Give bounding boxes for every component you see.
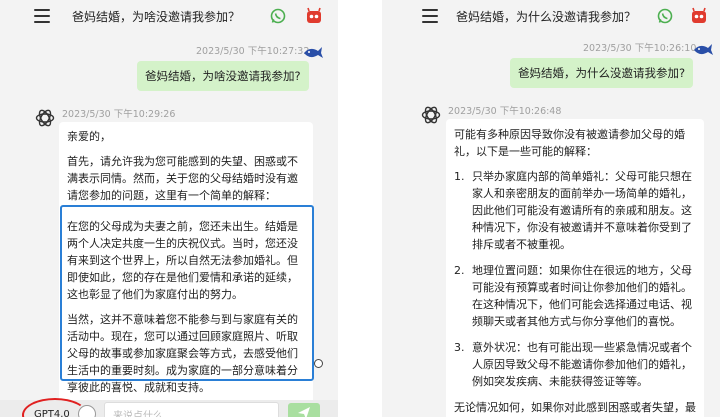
user-message-timestamp: 2023/5/30 下午10:27:32 [196,46,310,57]
chatgpt-logo-icon [35,109,55,127]
list-item: 3. 意外状况：也有可能出现一些紧急情况或者个人原因导致父母不能邀请你参加他们的婚… [454,341,692,388]
bot-outro: 无论情况如何，如果你对此感到困惑或者失望，最好的方法是直接向父母询问原因，并尽力… [454,401,696,414]
list-item: 2. 地理位置问题：如果你住在很远的地方，父母可能没有预算或者时间让你参加他们的婚… [454,264,692,328]
menu-icon[interactable] [422,9,438,23]
top-bar: 爸妈结婚，为啥没邀请我参加？ [0,0,338,34]
send-button[interactable] [288,403,320,417]
chatgpt-logo-icon [421,106,441,124]
message-input[interactable]: 来说点什么 [104,402,279,417]
chat-title: 爸妈结婚，为啥没邀请我参加？ [72,10,241,24]
bot-message-timestamp: 2023/5/30 下午10:29:26 [62,109,176,120]
bot-intro: 可能有多种原因导致你没有被邀请参加父母的婚礼，以下是一些可能的解释： [454,128,685,158]
annotation-handle [314,359,323,368]
whatsapp-icon[interactable] [270,8,286,24]
send-icon [298,407,310,417]
bot-avatar-icon[interactable] [305,7,323,25]
top-bar: 爸妈结婚，为什么没邀请我参加？ [382,0,720,34]
user-avatar-icon [304,47,323,58]
bot-reason-list: 1. 只举办家庭内部的简单婚礼：父母可能只想在家人和亲密朋友的面前举办一场简单的婚… [454,168,696,390]
right-chat-panel: 爸妈结婚，为什么没邀请我参加？ 2023/5/30 下午10:26:10 爸妈结… [382,0,720,417]
left-chat-panel: 爸妈结婚，为啥没邀请我参加？ 2023/5/30 下午10:27:32 爸妈结婚… [0,0,338,417]
bot-paragraph: 首先，请允许我为您可能感到的失望、困惑或不满表示同情。然而，关于您的父母结婚时没… [67,155,298,202]
menu-icon[interactable] [34,9,50,23]
user-message-timestamp: 2023/5/30 下午10:26:10 [583,43,697,54]
user-message-bubble: 爸妈结婚，为什么没邀请我参加? [510,58,694,88]
bot-avatar-icon[interactable] [690,7,708,25]
chat-title: 爸妈结婚，为什么没邀请我参加？ [456,10,637,24]
whatsapp-icon[interactable] [657,8,673,24]
bot-paragraph: 亲爱的， [67,130,111,143]
annotation-highlight-box [60,205,314,381]
user-avatar-icon [694,44,713,55]
bot-message-bubble: 可能有多种原因导致你没有被邀请参加父母的婚礼，以下是一些可能的解释： 1. 只举办… [446,119,704,417]
list-item: 1. 只举办家庭内部的简单婚礼：父母可能只想在家人和亲密朋友的面前举办一场简单的婚… [454,170,692,251]
bot-message-timestamp: 2023/5/30 下午10:26:48 [448,106,562,117]
user-message-bubble: 爸妈结婚，为啥没邀请我参加? [137,61,309,91]
